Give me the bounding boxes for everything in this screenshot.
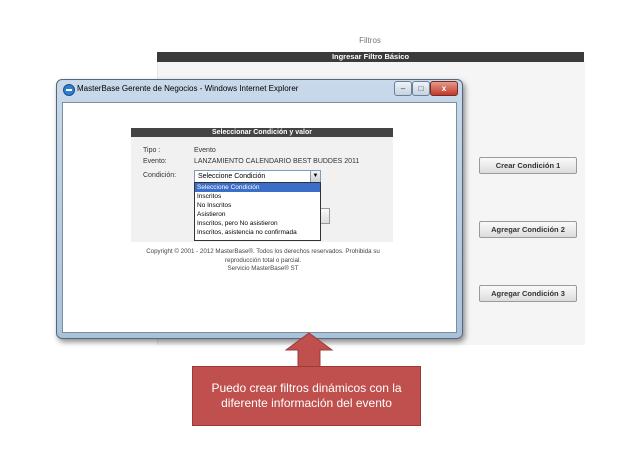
evento-value: LANZAMIENTO CALENDARIO BEST BUDDES 2011 [194,158,360,165]
up-arrow-icon [285,332,333,368]
service-line: Servicio MasterBase® ST [227,265,299,272]
callout-text: Puedo crear filtros dinámicos con la dif… [211,381,402,410]
dialog-header: Seleccionar Condición y valor [131,128,393,137]
window-content: Seleccionar Condición y valor Tipo : Eve… [62,102,457,333]
add-condition-2-button[interactable]: Agregar Condición 2 [479,221,577,238]
dropdown-option[interactable]: Seleccione Condición [195,183,320,192]
copyright-line: reproducción total o parcial. [224,256,301,264]
tipo-label: Tipo : [143,147,161,154]
close-button[interactable]: x [430,81,458,96]
condition-dropdown-list: Seleccione Condición Inscritos No Inscri… [194,182,321,241]
page-title: Filtros [359,36,381,45]
maximize-button[interactable]: □ [412,81,430,96]
condition-select-value: Seleccione Condición [198,173,266,180]
chevron-down-icon[interactable]: ▼ [310,171,320,182]
copyright-footer: Copyright © 2001 - 2012 MasterBase®. Tod… [123,248,403,274]
add-condition-3-button[interactable]: Agregar Condición 3 [479,285,577,302]
browser-popup-window: MasterBase Gerente de Negocios - Windows… [56,79,463,339]
evento-label: Evento: [143,158,167,165]
internet-explorer-icon [63,84,75,96]
tipo-value: Evento [194,147,216,154]
annotation-callout: Puedo crear filtros dinámicos con la dif… [192,366,421,426]
dropdown-option[interactable]: No Inscritos [195,201,320,210]
minimize-button[interactable]: – [394,81,412,96]
dropdown-option[interactable]: Inscritos [195,192,320,201]
create-condition-1-button[interactable]: Crear Condición 1 [479,157,577,174]
dropdown-option[interactable]: Inscritos, asistencia no confirmada [195,228,320,237]
dropdown-option[interactable]: Asistieron [195,210,320,219]
condicion-label: Condición: [143,172,177,179]
filter-header-bar: Ingresar Filtro Básico [157,52,584,62]
dropdown-option[interactable]: Inscritos, pero No asistieron [195,219,320,228]
copyright-line: Copyright © 2001 - 2012 MasterBase®. Tod… [146,248,380,255]
window-title: MasterBase Gerente de Negocios - Windows… [77,84,299,93]
